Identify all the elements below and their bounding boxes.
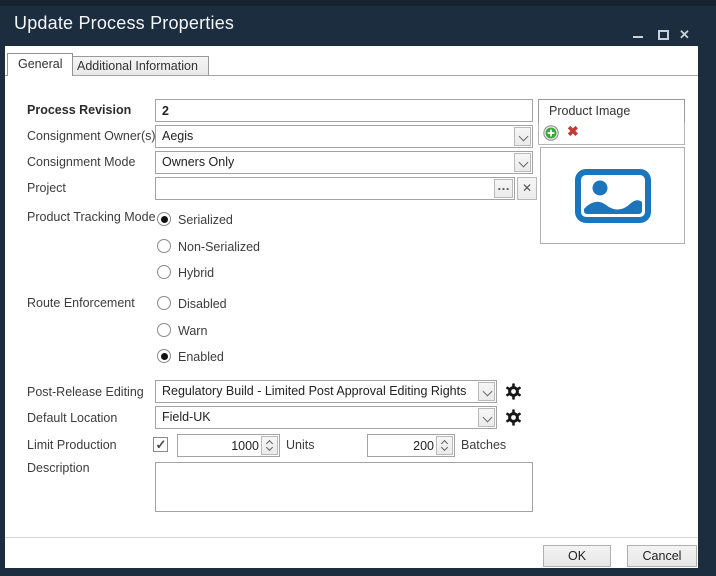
product-image-box[interactable] <box>540 147 685 244</box>
window-top-edge <box>0 0 716 6</box>
post-release-editing-label: Post-Release Editing <box>27 385 144 399</box>
radio-disabled-label[interactable]: Disabled <box>178 297 227 311</box>
post-release-editing-gear-icon[interactable] <box>505 383 522 400</box>
chevron-down-icon[interactable] <box>478 382 495 401</box>
radio-serialized[interactable] <box>157 212 171 226</box>
radio-warn-label[interactable]: Warn <box>178 324 207 338</box>
ok-button[interactable]: OK <box>543 545 611 567</box>
units-spinner-icon[interactable] <box>261 436 278 455</box>
chevron-down-icon[interactable] <box>514 127 531 146</box>
footer-divider <box>5 537 698 538</box>
product-tracking-mode-label: Product Tracking Mode <box>27 210 156 224</box>
add-image-icon[interactable] <box>543 125 559 141</box>
minimize-icon[interactable] <box>633 36 643 38</box>
radio-serialized-label[interactable]: Serialized <box>178 213 233 227</box>
delete-image-icon[interactable]: ✖ <box>567 123 579 140</box>
limit-production-checkbox[interactable] <box>153 437 168 452</box>
limit-production-label: Limit Production <box>27 438 117 452</box>
units-suffix-label: Units <box>286 438 314 452</box>
radio-hybrid[interactable] <box>157 265 171 279</box>
process-revision-input[interactable] <box>155 99 533 122</box>
consignment-owners-value: Aegis <box>162 126 193 147</box>
tab-general[interactable]: General <box>7 53 73 76</box>
radio-hybrid-label[interactable]: Hybrid <box>178 266 214 280</box>
radio-warn[interactable] <box>157 323 171 337</box>
product-image-toolbar: ✖ <box>538 122 685 145</box>
default-location-value: Field-UK <box>162 407 211 428</box>
close-icon[interactable]: ✕ <box>679 27 690 43</box>
update-process-properties-dialog: Update Process Properties ✕ General Addi… <box>0 0 716 576</box>
chevron-down-icon[interactable] <box>514 153 531 172</box>
tab-strip-divider <box>5 75 698 76</box>
default-location-gear-icon[interactable] <box>505 409 522 426</box>
project-label: Project <box>27 181 66 195</box>
radio-enabled[interactable] <box>157 349 171 363</box>
units-stepper[interactable] <box>177 434 280 457</box>
radio-enabled-label[interactable]: Enabled <box>178 350 224 364</box>
post-release-editing-value: Regulatory Build - Limited Post Approval… <box>162 381 466 402</box>
consignment-mode-label: Consignment Mode <box>27 155 135 169</box>
window-title: Update Process Properties <box>14 13 234 34</box>
batches-input[interactable] <box>370 436 434 455</box>
default-location-select[interactable]: Field-UK <box>155 406 497 429</box>
image-placeholder-icon <box>575 169 651 223</box>
tab-additional-information[interactable]: Additional Information <box>66 56 209 75</box>
consignment-owners-select[interactable]: Aegis <box>155 125 533 148</box>
consignment-owners-label: Consignment Owner(s) <box>27 129 156 143</box>
radio-disabled[interactable] <box>157 296 171 310</box>
cancel-button[interactable]: Cancel <box>627 545 697 567</box>
chevron-down-icon[interactable] <box>478 408 495 427</box>
route-enforcement-label: Route Enforcement <box>27 296 135 310</box>
radio-non-serialized-label[interactable]: Non-Serialized <box>178 240 260 254</box>
consignment-mode-select[interactable]: Owners Only <box>155 151 533 174</box>
maximize-icon[interactable] <box>658 30 669 40</box>
project-clear-x-icon[interactable]: ✕ <box>517 177 537 200</box>
radio-non-serialized[interactable] <box>157 239 171 253</box>
batches-suffix-label: Batches <box>461 438 506 452</box>
description-label: Description <box>27 461 90 475</box>
project-input[interactable] <box>155 177 515 200</box>
batches-stepper[interactable] <box>367 434 455 457</box>
process-revision-label: Process Revision <box>27 103 131 117</box>
post-release-editing-select[interactable]: Regulatory Build - Limited Post Approval… <box>155 380 497 403</box>
project-browse-ellipsis-icon[interactable]: … <box>494 179 513 198</box>
batches-spinner-icon[interactable] <box>436 436 453 455</box>
description-textarea[interactable] <box>155 462 533 512</box>
consignment-mode-value: Owners Only <box>162 152 234 173</box>
product-image-header: Product Image <box>538 99 685 123</box>
units-input[interactable] <box>180 436 259 455</box>
default-location-label: Default Location <box>27 411 117 425</box>
